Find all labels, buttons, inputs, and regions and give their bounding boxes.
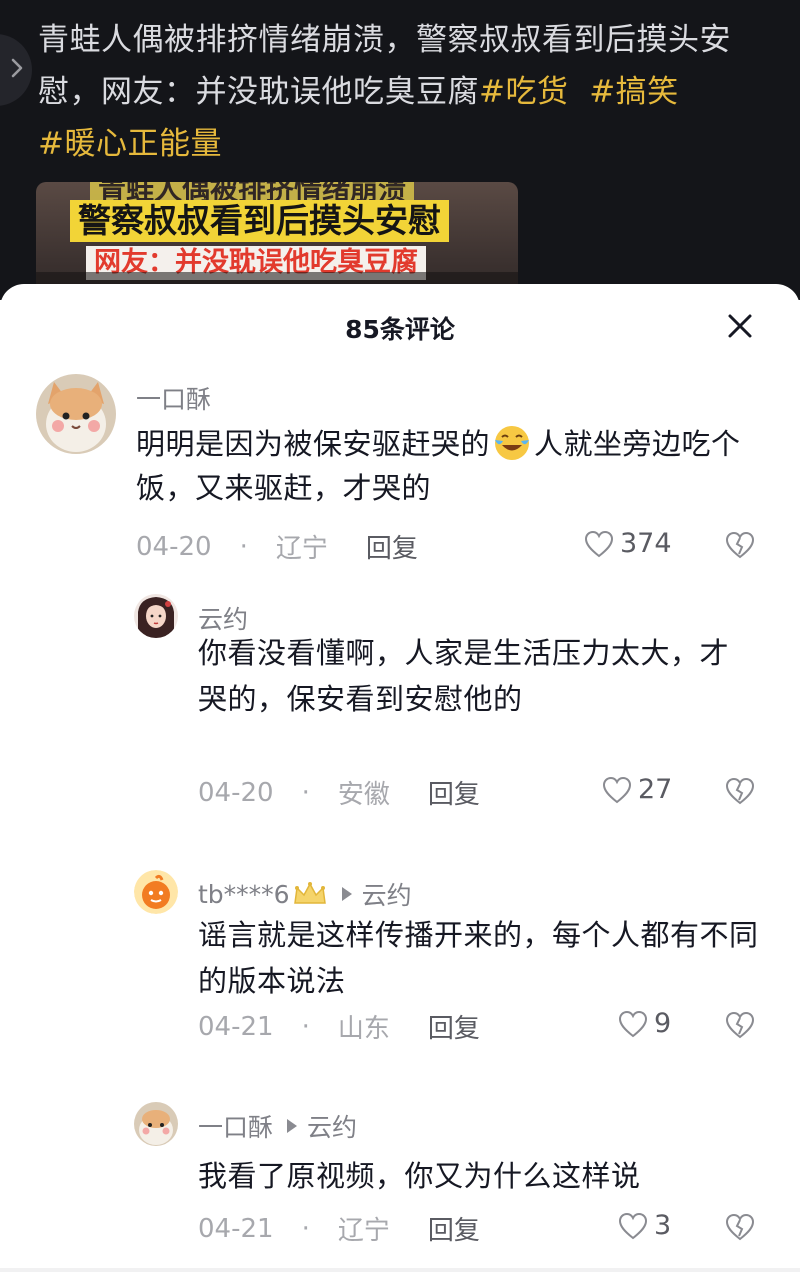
dislike-button[interactable] [724,530,756,560]
heart-outline-icon [602,776,632,803]
close-icon [727,313,753,343]
comment-content: 我看了原视频，你又为什么这样说 [198,1159,641,1193]
like-count: 374 [620,528,672,559]
meta-separator: · [301,777,310,808]
video-caption: 青蛙人偶被排挤情绪崩溃，警察叔叔看到后摸头安慰，网友：并没耽误他吃臭豆腐#吃货 … [38,14,778,170]
comment-location: 辽宁 [275,534,328,564]
thumbnail-line-2: 警察叔叔看到后摸头安慰 [70,200,449,242]
comment-location: 山东 [337,1014,390,1044]
close-button[interactable] [722,310,758,346]
comment-date: 04-20 [136,531,212,562]
comments-sheet: 85条评论 一口酥 明明是因为被保安驱赶哭的 人就坐旁边吃个饭，又来驱赶，才哭的… [0,284,800,1272]
like-count: 9 [654,1008,672,1039]
chevron-right-icon [10,57,24,83]
comment-author: tb****6 云约 [198,876,412,912]
comment-content: 你看没看懂啊，人家是生活压力太大，才哭的，保安看到安慰他的 [198,636,730,716]
broken-heart-icon [725,531,755,559]
comments-title: 85条评论 [345,315,455,344]
comment-location: 安徽 [337,780,390,810]
reply-button[interactable]: 回复 [428,774,480,811]
heart-outline-icon [618,1212,648,1239]
like-button[interactable]: 3 [618,1210,671,1241]
comment-location: 辽宁 [337,1216,390,1246]
comment-date: 04-21 [198,1011,274,1042]
reply-to-name[interactable]: 云约 [307,1108,357,1144]
like-button[interactable]: 27 [602,774,672,805]
hashtag-1[interactable]: #吃货 [479,74,568,110]
author-name[interactable]: 一口酥 [198,1108,273,1144]
comment-item: 云约 你看没看懂啊，人家是生活压力太大，才哭的，保安看到安慰他的 04-20 ·… [0,588,800,848]
dislike-button[interactable] [724,1010,756,1040]
heart-outline-icon [618,1010,648,1037]
comment-text-part-1: 明明是因为被保安驱赶哭的 [136,427,491,461]
video-thumbnail[interactable]: 青蛙人偶被排挤情绪崩溃 警察叔叔看到后摸头安慰 网友：并没耽误他吃臭豆腐 [36,182,518,300]
meta-separator: · [239,531,248,562]
author-name[interactable]: 一口酥 [136,380,211,416]
avatar[interactable] [134,870,178,914]
like-count: 3 [654,1210,672,1241]
comment-author: 一口酥 云约 [198,1108,357,1144]
meta-separator: · [301,1011,310,1042]
hashtag-2[interactable]: #搞笑 [589,74,678,110]
broken-heart-icon [725,1213,755,1241]
comment-meta: 04-20 · 安徽 回复 [198,774,480,811]
comment-author[interactable]: 一口酥 [136,380,211,416]
comment-content: 明明是因为被保安驱赶哭的 人就坐旁边吃个饭，又来驱赶，才哭的 [136,422,756,510]
dislike-button[interactable] [724,1212,756,1242]
meta-separator: · [301,1213,310,1244]
crown-icon [292,881,328,907]
reply-button[interactable]: 回复 [366,528,418,565]
author-name[interactable]: tb****6 [198,880,290,909]
like-count: 27 [638,774,673,805]
reply-button[interactable]: 回复 [428,1210,480,1247]
crying-laughing-emoji [492,422,532,462]
dislike-button[interactable] [724,776,756,806]
broken-heart-icon [725,1011,755,1039]
bottom-divider [0,1268,800,1272]
avatar[interactable] [134,594,178,638]
comment-date: 04-20 [198,777,274,808]
comment-meta: 04-20 · 辽宁 回复 [136,528,418,565]
reply-to-name[interactable]: 云约 [362,876,412,912]
comment-meta: 04-21 · 辽宁 回复 [198,1210,480,1247]
video-area[interactable]: 青蛙人偶被排挤情绪崩溃，警察叔叔看到后摸头安慰，网友：并没耽误他吃臭豆腐#吃货 … [0,0,800,300]
comments-header: 85条评论 [0,284,800,372]
broken-heart-icon [725,777,755,805]
collapse-button[interactable] [0,34,32,106]
comment-date: 04-21 [198,1213,274,1244]
triangle-right-icon [287,1119,298,1133]
comment-item: 一口酥 明明是因为被保安驱赶哭的 人就坐旁边吃个饭，又来驱赶，才哭的 04-20 … [0,372,800,582]
reply-button[interactable]: 回复 [428,1008,480,1045]
hashtag-3[interactable]: #暖心正能量 [38,126,222,162]
triangle-right-icon [341,887,352,901]
like-button[interactable]: 9 [618,1008,671,1039]
avatar[interactable] [134,1102,178,1146]
avatar[interactable] [36,374,116,454]
heart-outline-icon [584,530,614,557]
comment-item: tb****6 云约 谣言就是这样传播开来的，每个人都有不同的版本说法 04-2… [0,866,800,1066]
comment-content: 谣言就是这样传播开来的，每个人都有不同的版本说法 [198,918,759,998]
comment-item: 一口酥 云约 我看了原视频，你又为什么这样说 04-21 · 辽宁 回复 3 [0,1098,800,1268]
comment-meta: 04-21 · 山东 回复 [198,1008,480,1045]
like-button[interactable]: 374 [584,528,672,559]
